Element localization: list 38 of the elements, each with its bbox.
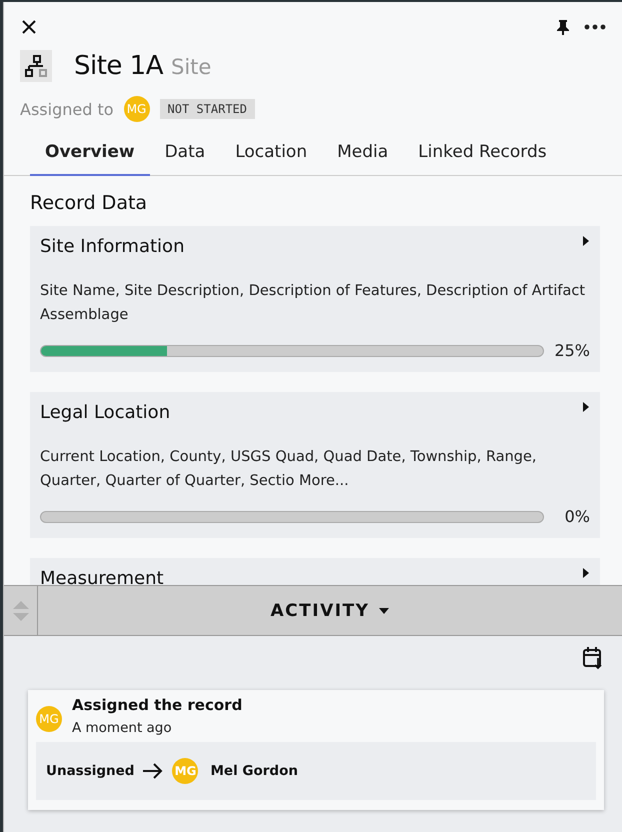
status-badge: NOT STARTED bbox=[160, 99, 255, 119]
section-title: Site Information bbox=[40, 236, 184, 257]
tab[interactable]: Linked Records bbox=[403, 134, 562, 176]
caret-down-icon bbox=[379, 608, 390, 614]
section-fields: Current Location, County, USGS Quad, Quad Date, Township, Range, Quarter, Quarter of Quarter, Sectio More... bbox=[40, 445, 590, 493]
assigned-label: Assigned to bbox=[20, 100, 114, 118]
section-card[interactable]: Legal Location Current Location, County, USGS Quad, Quad Date, Township, Range, Quarter, Quarter of Quarter, Sectio More... 0% bbox=[30, 392, 600, 538]
close-icon[interactable] bbox=[20, 18, 38, 36]
record-title: Site 1A bbox=[74, 51, 164, 81]
progress-percent: 0% bbox=[564, 507, 590, 526]
record-type: Site bbox=[171, 55, 212, 79]
calendar-sort-icon[interactable] bbox=[582, 646, 604, 670]
arrow-right-icon bbox=[142, 763, 164, 779]
new-assignee: Mel Gordon bbox=[210, 763, 298, 779]
caret-icon[interactable] bbox=[582, 236, 590, 246]
section-title: Legal Location bbox=[40, 402, 170, 423]
section-card[interactable]: Measurement bbox=[30, 558, 600, 585]
activity-action: Assigned the record bbox=[72, 696, 242, 714]
activity-time: A moment ago bbox=[72, 720, 173, 736]
tab[interactable]: Overview bbox=[30, 134, 150, 176]
tab[interactable]: Location bbox=[220, 134, 322, 176]
section-fields: Site Name, Site Description, Description of Features, Description of Artifact Assemblage bbox=[40, 279, 590, 327]
previous-assignee: Unassigned bbox=[46, 763, 134, 779]
progress-percent: 25% bbox=[554, 341, 590, 360]
avatar: MG bbox=[124, 96, 150, 122]
more-link[interactable]: More... bbox=[298, 473, 349, 489]
avatar: MG bbox=[36, 706, 62, 732]
caret-icon[interactable] bbox=[582, 402, 590, 412]
avatar: MG bbox=[172, 758, 198, 784]
section-title: Measurement bbox=[40, 568, 164, 585]
more-icon[interactable] bbox=[584, 24, 606, 30]
tab[interactable]: Media bbox=[322, 134, 404, 176]
pin-icon[interactable] bbox=[556, 19, 570, 35]
section-heading: Record Data bbox=[30, 192, 148, 214]
tab[interactable]: Data bbox=[150, 134, 220, 176]
caret-icon[interactable] bbox=[582, 568, 590, 578]
resize-handle-icon[interactable] bbox=[10, 598, 30, 622]
section-card[interactable]: Site Information Site Name, Site Description, Description of Features, Description of Artifact Assemblage 25% bbox=[30, 226, 600, 372]
